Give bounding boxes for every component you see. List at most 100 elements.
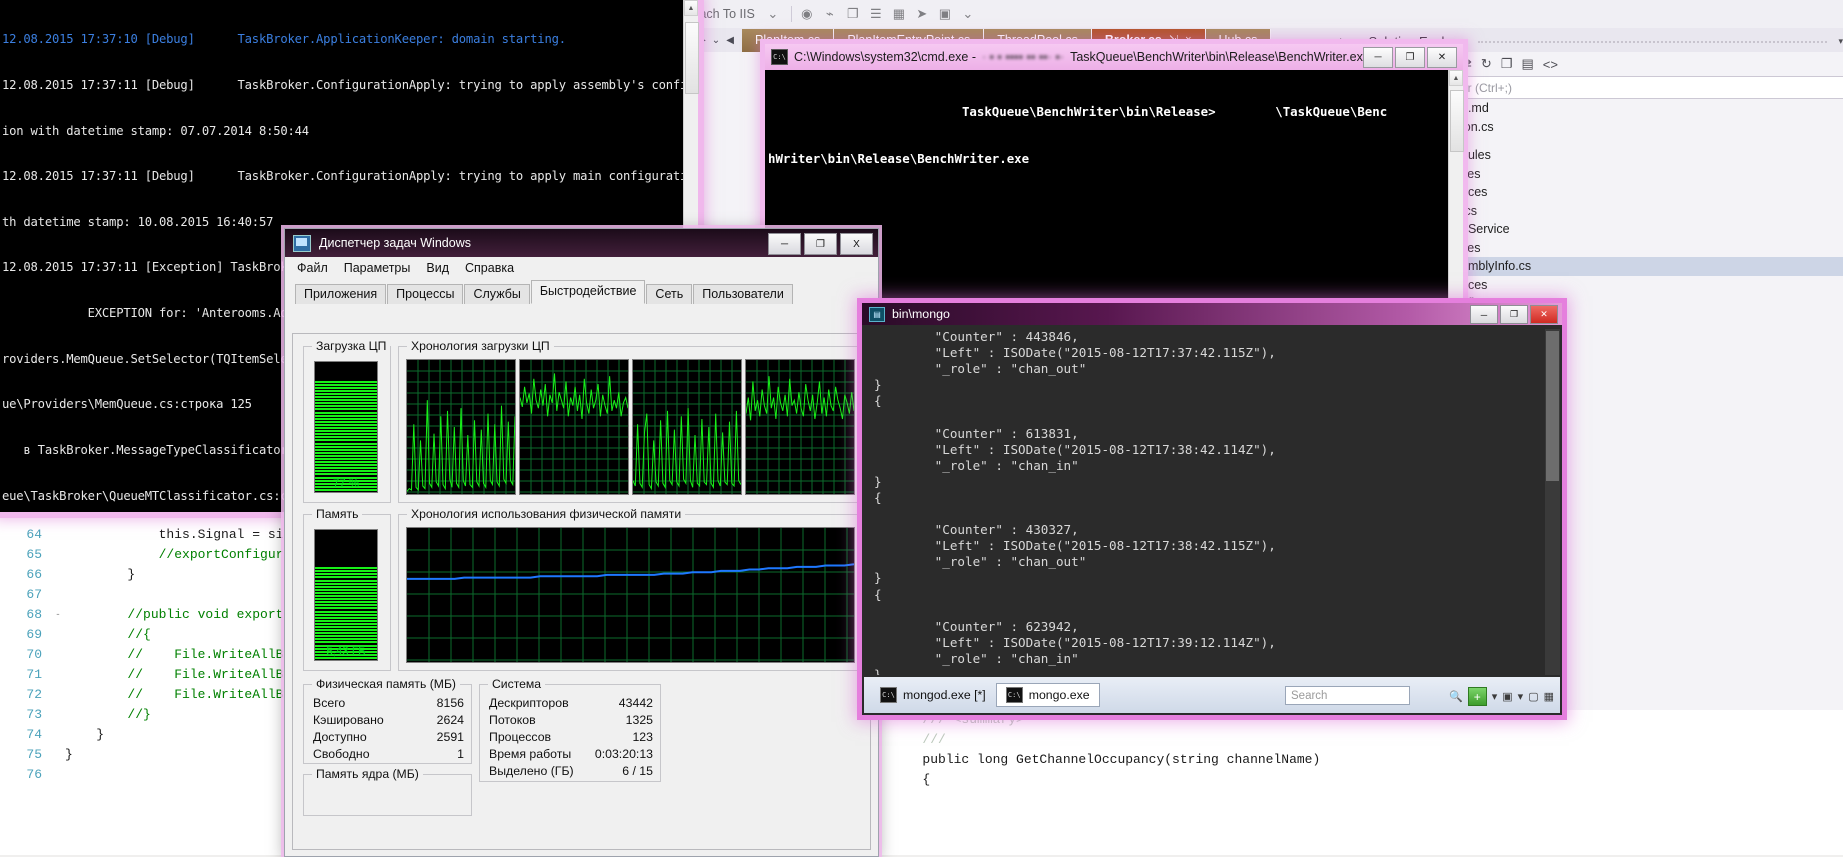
maximize-button[interactable]: ❐ [1500,305,1528,324]
show-all-files-icon[interactable]: <> [1543,57,1558,72]
close-button[interactable]: X [840,233,873,255]
fold-marker[interactable] [51,705,65,725]
sync-icon[interactable]: ↻ [1481,56,1492,72]
sol-item-6[interactable]: .cs [1455,202,1843,221]
scrollbar-thumb[interactable] [1546,331,1559,481]
compare-icon[interactable]: ❐ [843,4,863,24]
task-manager-title-bar[interactable]: Диспетчер задач Windows ─ ❐ X [285,229,878,257]
stat-row: Свободно 1 [304,746,471,763]
task-manager-menu-bar[interactable]: Файл Параметры Вид Справка [285,257,878,278]
chevron-down-icon-2[interactable]: ⌄ [958,4,978,24]
fold-marker[interactable] [51,625,65,645]
sol-item-0[interactable]: e.md [1455,99,1843,118]
code-line: { [860,770,1843,790]
stat-label: Выделено (ГБ) [489,764,574,778]
chevron-down-icon[interactable]: ▾ [1492,690,1498,703]
fold-marker[interactable] [51,725,65,745]
tab-processes[interactable]: Процессы [387,284,464,304]
filter-icon[interactable]: ▣ [1502,690,1512,703]
fold-marker[interactable] [51,745,65,765]
menu-file[interactable]: Файл [297,261,328,275]
maximize-button[interactable]: ❐ [1395,47,1425,68]
fold-marker[interactable] [51,665,65,685]
tab-performance[interactable]: Быстродействие [530,280,646,304]
minimize-button[interactable]: ─ [768,233,801,255]
add-icon[interactable]: + [1467,687,1487,706]
fold-marker[interactable] [51,585,65,605]
toolbar-divider [790,6,792,22]
sol-item-10[interactable]: nces [1455,276,1843,295]
cmd-title-text: C:\Windows\system32\cmd.exe - [794,50,976,64]
tab-list-icon[interactable]: ⌄ [712,35,720,46]
grid-icon[interactable]: ▦ [889,4,909,24]
scrollbar-thumb[interactable] [1450,90,1464,152]
code-metrics-icon[interactable]: ⌁ [820,4,840,24]
arrow-icon[interactable]: ➤ [912,4,932,24]
menu-help[interactable]: Справка [465,261,514,275]
fold-marker[interactable] [51,565,65,585]
sol-item-5[interactable]: nces [1455,183,1843,202]
taskbar-item-mongo[interactable]: C:\ mongo.exe [995,683,1100,707]
tab-networking[interactable]: Сеть [646,284,693,304]
mongo-scrollbar[interactable] [1545,329,1560,675]
chevron-down-icon-2[interactable]: ▾ [1518,690,1524,703]
tab-services[interactable]: Службы [464,284,530,304]
sol-item-3[interactable]: dules [1455,146,1843,165]
tab-users[interactable]: Пользователи [693,284,793,304]
close-button[interactable]: ✕ [1427,47,1457,68]
mongo-shell-window[interactable]: ▤ bin\mongo ─ ❐ ✕ "Counter" : 443846, "L… [862,303,1562,715]
task-manager-window-controls[interactable]: ─ ❐ X [768,233,873,255]
list-icon[interactable]: ☰ [866,4,886,24]
camera-icon[interactable]: ◉ [797,4,817,24]
tab-prev-icon[interactable]: ◀ [726,35,734,46]
window-icon[interactable]: ▢ [1528,690,1538,703]
system-title: Система [488,677,546,691]
sol-item-4[interactable]: ties [1455,165,1843,184]
sol-item-1[interactable]: ion.cs [1455,118,1843,137]
properties-icon[interactable]: ▤ [1521,56,1533,72]
fold-marker[interactable] [51,645,65,665]
tab-applications[interactable]: Приложения [295,284,387,304]
grid-icon[interactable]: ▦ [1544,690,1554,703]
chevron-down-icon[interactable]: ⌄ [763,4,783,24]
sol-item-assemblyinfo[interactable]: emblyInfo.cs [1455,257,1843,276]
code-editor-right[interactable]: /// <summary> /// public long GetChannel… [860,710,1843,855]
magnifier-icon[interactable]: 🔍 [1449,690,1463,703]
scroll-up-icon[interactable]: ▲ [1449,70,1463,86]
attach-to-iis-button[interactable]: tach To IIS [696,7,755,21]
menu-view[interactable]: Вид [426,261,449,275]
minimize-button[interactable]: ─ [1470,305,1498,324]
scroll-up-icon[interactable]: ▲ [684,0,698,16]
fold-marker[interactable] [51,545,65,565]
task-manager-tabs[interactable]: Приложения Процессы Службы Быстродействи… [295,280,878,304]
minimize-button[interactable]: ─ [1363,47,1393,68]
collapse-all-icon[interactable]: ❐ [1501,56,1513,72]
taskbar-item-mongod[interactable]: C:\ mongod.exe [*] [870,683,996,707]
fold-marker[interactable] [51,765,65,785]
close-button[interactable]: ✕ [1530,305,1558,324]
sol-item-8[interactable]: ties [1455,239,1843,258]
solution-explorer-search[interactable]: er (Ctrl+;) [1455,76,1843,99]
mongo-window-controls[interactable]: ─ ❐ ✕ [1470,305,1558,324]
task-manager-window[interactable]: Диспетчер задач Windows ─ ❐ X Файл Парам… [284,228,879,857]
cmd-scrollbar[interactable]: ▲ [1448,70,1464,334]
taskbar-tray-icons[interactable]: 🔍 + ▾ ▣ ▾ ▢ ▦ [1449,687,1554,706]
panel-options-icon[interactable]: ▾ [1838,36,1843,47]
fold-marker[interactable]: - [51,605,65,625]
memory-usage-group: Память 5,43 ГБ [303,507,391,671]
fold-marker[interactable] [51,685,65,705]
cmd-window-controls[interactable]: ─ ❐ ✕ [1363,47,1457,68]
scrollbar-thumb[interactable] [685,22,699,94]
menu-options[interactable]: Параметры [344,261,411,275]
maximize-button[interactable]: ❐ [804,233,837,255]
tab-next-icon[interactable]: ▶ [698,35,706,46]
snapshot-icon[interactable]: ▣ [935,4,955,24]
taskbar-item-label: mongo.exe [1028,688,1090,702]
sol-item-7[interactable]: hService [1455,220,1843,239]
taskbar-search-input[interactable]: Search [1285,686,1410,705]
cmd-title-bar[interactable]: C:\ C:\Windows\system32\cmd.exe - · ▪ ▪ … [765,44,1463,70]
fold-marker[interactable] [51,525,65,545]
mongo-title-bar[interactable]: ▤ bin\mongo ─ ❐ ✕ [862,303,1562,325]
mongo-title-text: bin\mongo [892,307,950,321]
mongo-taskbar[interactable]: C:\ mongod.exe [*] C:\ mongo.exe Search … [864,677,1560,713]
